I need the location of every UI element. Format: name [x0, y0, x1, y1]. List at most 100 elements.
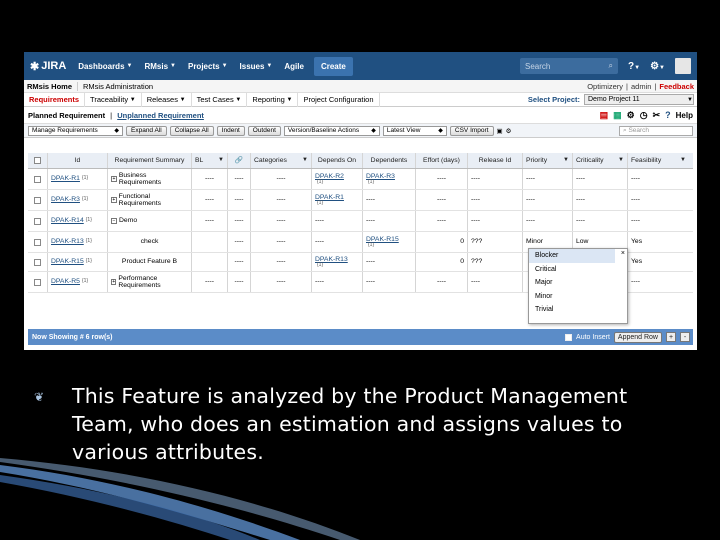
help-link[interactable]: Help [676, 111, 693, 120]
cell-feasibility[interactable]: Yes [628, 253, 689, 271]
col-categories[interactable]: Categories ▼ [251, 153, 312, 168]
feedback-link[interactable]: Feedback [659, 82, 694, 91]
remove-row-button[interactable]: - [680, 332, 690, 342]
cell-release-id[interactable]: ??? [468, 232, 523, 252]
row-select-cell[interactable] [28, 211, 48, 231]
expand-all-button[interactable]: Expand All [126, 125, 167, 136]
tab-project-configuration[interactable]: Project Configuration [298, 92, 380, 107]
option-blocker[interactable]: Blocker [529, 249, 615, 263]
row-select-cell[interactable] [28, 272, 48, 292]
row-checkbox[interactable] [34, 238, 41, 246]
nav-agile[interactable]: Agile [278, 62, 310, 71]
expand-toggle-icon[interactable]: + [111, 176, 117, 182]
row-checkbox[interactable] [34, 258, 41, 266]
requirement-id-link[interactable]: DPAK-R13 [51, 238, 84, 245]
requirement-id-link[interactable]: DPAK-R5 [51, 278, 80, 285]
option-critical[interactable]: Critical [529, 263, 627, 277]
cell-release-id[interactable]: ---- [468, 190, 523, 210]
cell-effort[interactable]: ---- [416, 211, 468, 231]
col-depends-on[interactable]: Depends On [312, 153, 363, 168]
col-link[interactable]: 🔗 [228, 153, 251, 168]
tab-requirements[interactable]: Requirements [24, 92, 86, 107]
cell-priority[interactable]: ---- [523, 169, 573, 189]
outdent-button[interactable]: Outdent [247, 125, 281, 136]
col-dependents[interactable]: Dependents [363, 153, 416, 168]
unplanned-requirement-link[interactable]: Unplanned Requirement [117, 111, 204, 120]
row-checkbox[interactable] [34, 196, 41, 204]
cell-criticality[interactable]: ---- [573, 190, 628, 210]
row-select-cell[interactable] [28, 169, 48, 189]
avatar[interactable] [675, 58, 691, 74]
cell-priority[interactable]: ---- [523, 190, 573, 210]
cell-categories[interactable]: ---- [251, 190, 312, 210]
cell-feasibility[interactable]: ---- [628, 169, 689, 189]
filter-icon[interactable]: ▣ [497, 127, 503, 135]
cell-effort[interactable]: 0 [416, 253, 468, 271]
select-all-checkbox[interactable] [34, 157, 41, 164]
auto-insert-checkbox[interactable] [565, 333, 573, 341]
nav-dashboards[interactable]: Dashboards ▼ [72, 62, 138, 71]
col-priority[interactable]: Priority ▼ [523, 153, 573, 168]
user-admin-link[interactable]: admin [631, 82, 651, 91]
settings-icon[interactable]: ⚙ [506, 127, 512, 135]
close-icon[interactable]: × [621, 250, 625, 257]
append-row-button[interactable]: Append Row [613, 331, 662, 343]
col-feasibility[interactable]: Feasibility ▼ [628, 153, 689, 168]
requirement-id-link[interactable]: DPAK-R15 [51, 258, 84, 265]
col-release-id[interactable]: Release Id [468, 153, 523, 168]
row-checkbox[interactable] [34, 175, 41, 183]
nav-projects[interactable]: Projects ▼ [182, 62, 234, 71]
cell-release-id[interactable]: ??? [468, 253, 523, 271]
nav-rmsis[interactable]: RMsis ▼ [138, 62, 182, 71]
add-row-button[interactable]: + [666, 332, 676, 342]
nav-issues[interactable]: Issues ▼ [234, 62, 279, 71]
rmsis-admin-link[interactable]: RMsis Administration [77, 81, 158, 91]
jira-logo[interactable]: ✱ JIRA [24, 60, 72, 73]
cell-summary[interactable]: + Performance Requirements [108, 272, 192, 292]
expand-toggle-icon[interactable]: − [111, 218, 117, 224]
cell-feasibility[interactable]: Yes [628, 232, 689, 252]
cell-feasibility[interactable]: ---- [628, 211, 689, 231]
view-select[interactable]: Latest View ◆ [382, 125, 447, 136]
tab-releases[interactable]: Releases ▼ [142, 92, 192, 107]
help-icon[interactable]: ? [665, 110, 671, 120]
cell-criticality[interactable]: ---- [573, 211, 628, 231]
cell-categories[interactable]: ---- [251, 211, 312, 231]
cell-effort[interactable]: 0 [416, 232, 468, 252]
cell-release-id[interactable]: ---- [468, 272, 523, 292]
cell-effort[interactable]: ---- [416, 190, 468, 210]
cell-criticality[interactable]: ---- [573, 169, 628, 189]
cell-release-id[interactable]: ---- [468, 211, 523, 231]
row-checkbox[interactable] [34, 217, 41, 225]
tools-icon[interactable]: ✂ [653, 110, 661, 121]
cell-effort[interactable]: ---- [416, 272, 468, 292]
col-id[interactable]: Id [48, 153, 108, 168]
row-checkbox[interactable] [34, 278, 41, 286]
cell-summary[interactable]: Product Feature B [108, 253, 192, 271]
requirement-id-link[interactable]: DPAK-R3 [51, 196, 80, 203]
expand-toggle-icon[interactable]: + [111, 197, 117, 203]
requirement-id-link[interactable]: DPAK-R14 [51, 217, 84, 224]
grid-search-input[interactable]: ⌕ Search [619, 125, 693, 136]
table-row[interactable]: DPAK-R14 {1} − Demo ---- ---- ---- ---- ---- ----… [28, 211, 693, 232]
create-button[interactable]: Create [313, 56, 353, 76]
user-org-link[interactable]: Optimizery [587, 82, 623, 91]
cell-categories[interactable]: ---- [251, 232, 312, 252]
cell-effort[interactable]: ---- [416, 169, 468, 189]
csv-import-button[interactable]: CSV Import [449, 125, 494, 136]
col-effort[interactable]: Effort (days) [416, 153, 468, 168]
row-select-cell[interactable] [28, 253, 48, 271]
cell-categories[interactable]: ---- [251, 253, 312, 271]
cell-summary[interactable]: − Demo [108, 211, 192, 231]
col-bl[interactable]: BL ▼ [192, 153, 228, 168]
col-summary[interactable]: Requirement Summary [108, 153, 192, 168]
pdf-icon[interactable]: ▤ [600, 110, 609, 121]
expand-toggle-icon[interactable]: + [111, 279, 117, 285]
tab-traceability[interactable]: Traceability ▼ [85, 92, 142, 107]
manage-requirements-select[interactable]: Manage Requirements ◆ [28, 125, 123, 136]
row-select-cell[interactable] [28, 232, 48, 252]
cell-categories[interactable]: ---- [251, 272, 312, 292]
collapse-all-button[interactable]: Collapse All [169, 125, 214, 136]
gear-icon[interactable]: ⚙▼ [650, 61, 665, 72]
planned-requirement-tab[interactable]: Planned Requirement [28, 111, 105, 120]
